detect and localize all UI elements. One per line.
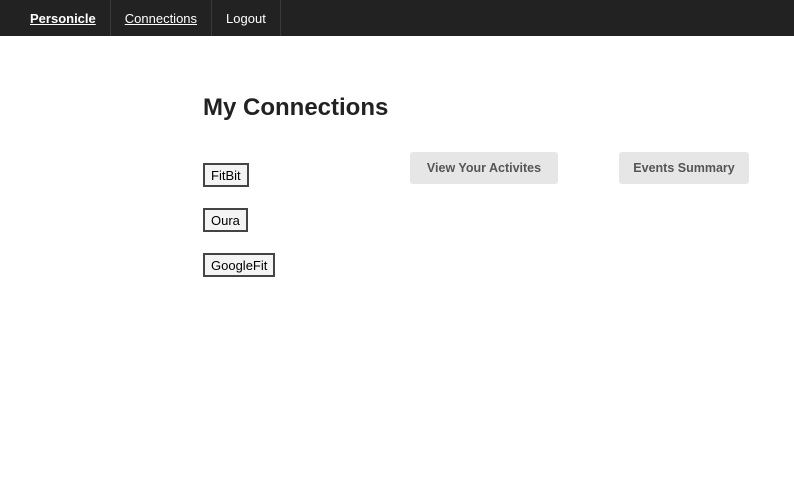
view-activities-button[interactable]: View Your Activites <box>410 152 558 184</box>
events-summary-button[interactable]: Events Summary <box>619 152 749 184</box>
connect-fitbit-button[interactable]: FitBit <box>203 163 249 187</box>
top-navbar: Personicle Connections Logout <box>0 0 794 36</box>
connect-oura-button[interactable]: Oura <box>203 208 248 232</box>
nav-link-connections[interactable]: Connections <box>111 0 213 36</box>
nav-link-logout[interactable]: Logout <box>212 0 281 36</box>
connect-googlefit-button[interactable]: GoogleFit <box>203 253 276 277</box>
page-title: My Connections <box>203 94 389 121</box>
nav-brand-personicle[interactable]: Personicle <box>16 0 111 36</box>
